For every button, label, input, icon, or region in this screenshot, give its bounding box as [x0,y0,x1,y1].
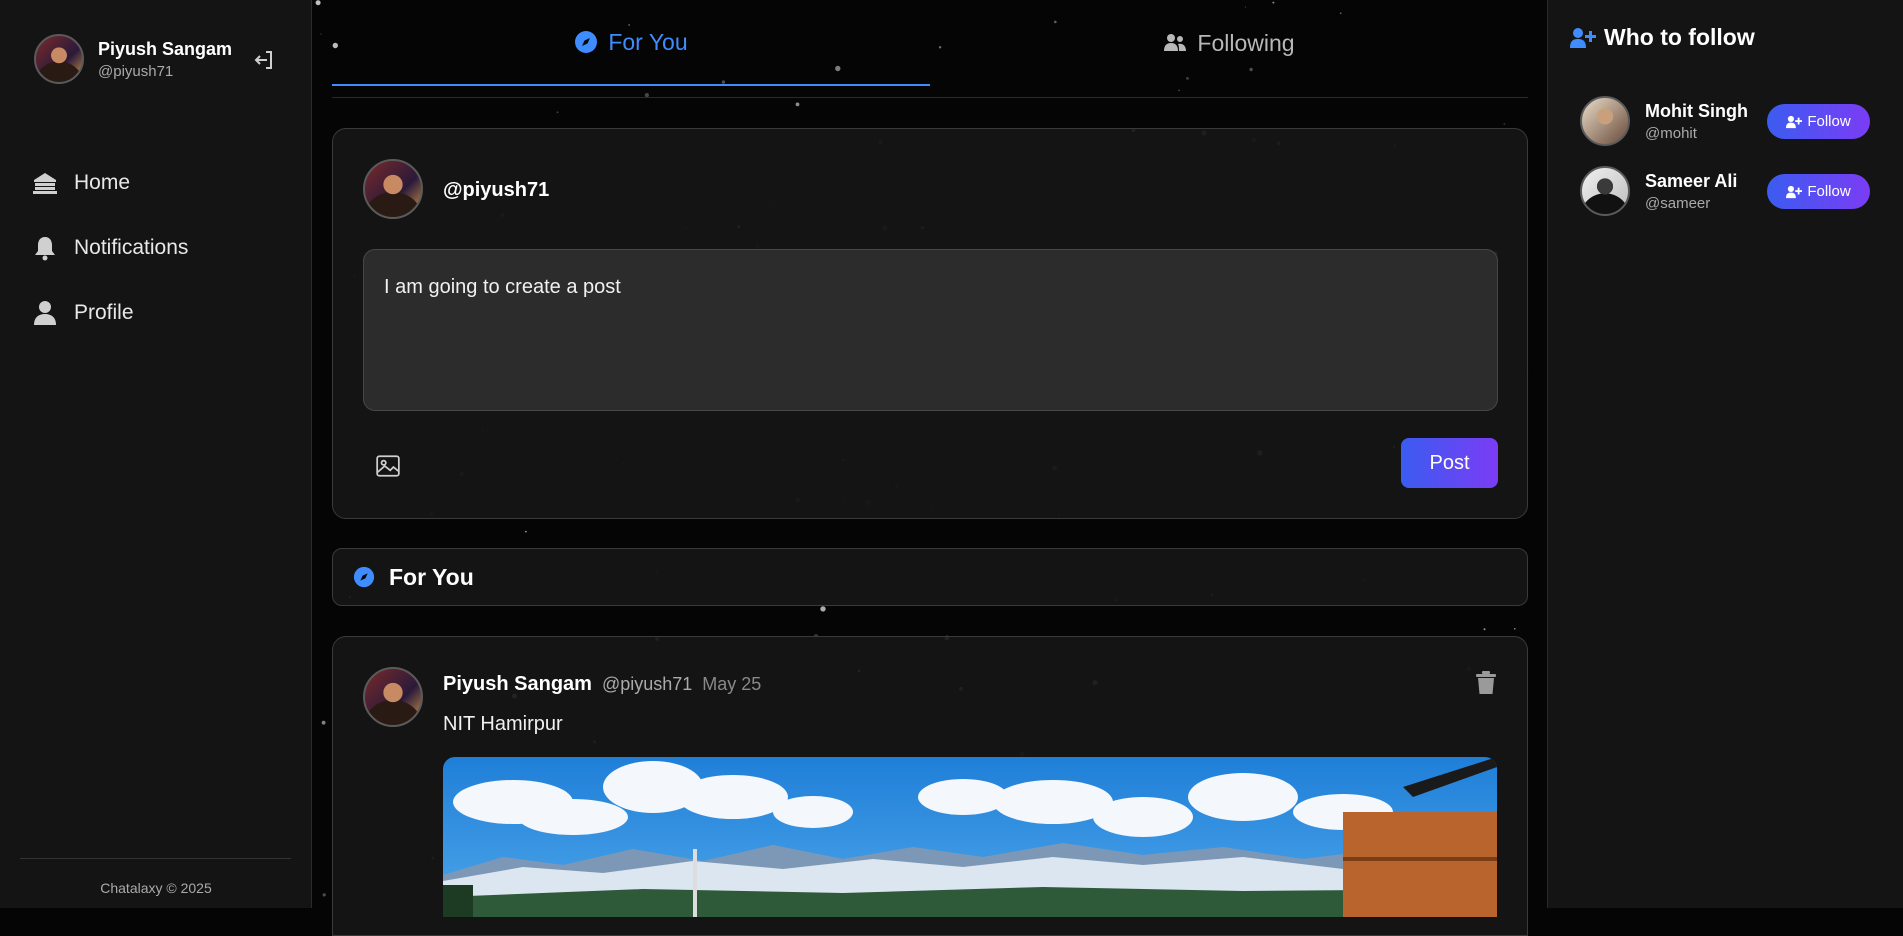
nav-item-home[interactable]: Home [32,150,188,215]
post-text-input[interactable]: I am going to create a post [363,249,1498,411]
tab-following[interactable]: Following [930,0,1528,86]
follow-suggestion[interactable]: Mohit Singh @mohit Follow [1580,96,1880,146]
feed-tabs: For You Following [332,0,1528,98]
user-handle: @piyush71 [98,62,174,80]
post-text: NIT Hamirpur [443,713,563,735]
compass-icon [353,566,375,588]
main-feed: For You Following @piyush71 I am going t… [332,0,1528,936]
nav-label: Notifications [74,235,189,259]
who-to-follow-title: Who to follow [1604,24,1755,50]
tab-label: For You [608,28,688,55]
composer-handle: @piyush71 [443,179,550,201]
post-handle[interactable]: @piyush71 [602,674,692,695]
footer-copyright: Chatalaxy © 2025 [100,880,212,896]
post-author[interactable]: Piyush Sangam [443,673,592,696]
post-card: Piyush Sangam @piyush71 May 25 NIT Hamir… [332,636,1528,936]
post-button[interactable]: Post [1401,438,1498,488]
follow-button[interactable]: Follow [1767,174,1870,209]
logout-icon[interactable] [252,48,276,72]
follow-button-label: Follow [1807,113,1851,130]
feed-section-title: For You [389,563,474,590]
nav-item-profile[interactable]: Profile [32,280,188,345]
bell-icon [35,236,55,260]
nav-item-notifications[interactable]: Notifications [32,215,188,280]
image-upload-icon[interactable] [375,453,401,479]
right-sidebar: Who to follow Mohit Singh @mohit Follow … [1547,0,1903,908]
who-to-follow-header: Who to follow [1570,24,1755,51]
avatar [34,34,84,84]
user-icon [34,300,56,325]
divider [20,858,291,859]
nav-label: Profile [74,300,134,324]
post-image[interactable] [443,757,1497,917]
follow-button-label: Follow [1807,183,1851,200]
post-date: May 25 [702,674,762,694]
avatar [363,159,423,219]
user-name: Piyush Sangam [98,38,233,59]
compass-icon [575,31,598,53]
post-composer: @piyush71 I am going to create a post Po… [332,128,1528,519]
suggestion-handle: @mohit [1645,124,1697,142]
main-nav: Home Notifications Profile [32,150,188,345]
suggestion-handle: @sameer [1645,194,1711,212]
users-icon [1164,34,1187,51]
current-user[interactable]: Piyush Sangam @piyush71 [34,34,232,84]
follow-button[interactable]: Follow [1767,104,1870,139]
feed-section-header: For You [332,548,1528,606]
user-plus-icon [1786,115,1803,128]
tab-label: Following [1197,29,1295,56]
left-sidebar: Piyush Sangam @piyush71 Home Notificatio… [0,0,312,908]
tab-for-you[interactable]: For You [332,0,930,86]
nav-label: Home [74,170,131,194]
trash-icon[interactable] [1475,671,1497,695]
avatar [1580,96,1630,146]
avatar[interactable] [363,667,423,727]
user-plus-icon [1786,185,1803,198]
suggestion-name: Sameer Ali [1645,170,1738,191]
home-icon [33,172,57,194]
suggestion-name: Mohit Singh [1645,100,1748,121]
user-plus-icon [1570,27,1596,48]
avatar [1580,166,1630,216]
follow-suggestion[interactable]: Sameer Ali @sameer Follow [1580,166,1880,216]
